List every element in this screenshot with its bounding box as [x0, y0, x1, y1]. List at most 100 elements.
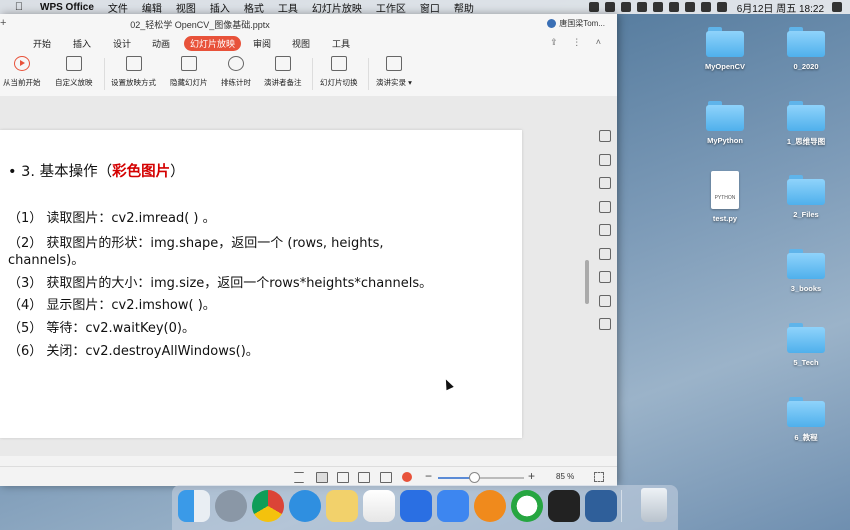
tab-animation[interactable]: 动画 — [152, 37, 170, 50]
menu-slideshow[interactable]: 幻灯片放映 — [312, 0, 362, 15]
desktop-folder[interactable]: 5_Tech — [771, 323, 841, 367]
ribbon-toolbar: 从当前开始 自定义放映 设置放映方式 隐藏幻灯片 排练计时 演讲者备注 幻灯片切… — [0, 52, 617, 97]
record-presentation-button[interactable]: 演讲实录 ▾ — [376, 56, 412, 88]
star-icon[interactable] — [598, 247, 611, 260]
shield-icon[interactable] — [598, 200, 611, 213]
tab-review[interactable]: 审阅 — [253, 37, 271, 50]
circle-app-icon[interactable] — [511, 490, 543, 522]
desktop-folder[interactable]: 2_Files — [771, 175, 841, 219]
clock[interactable]: 6月12日 周五 18:22 — [737, 0, 824, 15]
status-icon[interactable] — [604, 2, 615, 12]
zoom-out-button[interactable]: − — [425, 469, 432, 483]
desktop-folder[interactable]: 3_books — [771, 249, 841, 293]
slide-transition-button[interactable]: 幻灯片切换 — [320, 56, 358, 88]
zoom-slider-handle[interactable] — [469, 472, 481, 483]
menu-tools[interactable]: 工具 — [278, 0, 298, 15]
terminal-icon[interactable] — [548, 490, 580, 522]
desktop-folder[interactable]: 6_教程 — [771, 397, 841, 443]
status-icon[interactable] — [588, 2, 599, 12]
desktop-folder[interactable]: 0_2020 — [771, 27, 841, 71]
status-icon[interactable] — [652, 2, 663, 12]
menu-workspace[interactable]: 工作区 — [376, 0, 406, 15]
feather-app-icon[interactable] — [437, 490, 469, 522]
folder-icon — [787, 397, 825, 427]
status-area: 6月12日 周五 18:22 — [583, 0, 842, 15]
quicktime-icon[interactable] — [585, 490, 617, 522]
scroll-thumb[interactable] — [585, 260, 589, 304]
desktop-folder[interactable]: 1_思维导图 — [771, 101, 841, 147]
play-from-current-button[interactable]: 从当前开始 — [3, 56, 41, 88]
status-icon[interactable] — [620, 2, 631, 12]
numbers-icon[interactable] — [363, 490, 395, 522]
tab-design[interactable]: 设计 — [113, 37, 131, 50]
menu-view[interactable]: 视图 — [176, 0, 196, 15]
menu-file[interactable]: 文件 — [108, 0, 128, 15]
menu-format[interactable]: 格式 — [244, 0, 264, 15]
safari-icon[interactable] — [289, 490, 321, 522]
setup-show-button[interactable]: 设置放映方式 — [111, 56, 156, 88]
slide-line: （4） 显示图片：cv2.imshow( )。 — [8, 298, 216, 313]
title-bar: + 02_轻松学 OpenCV_图像基础.pptx 唐国梁Tom... — [0, 14, 617, 34]
play-slideshow-icon[interactable] — [402, 472, 412, 482]
custom-show-button[interactable]: 自定义放映 — [55, 56, 93, 88]
sliders-icon[interactable] — [598, 271, 611, 283]
notes-app-icon[interactable] — [326, 490, 358, 522]
user-account[interactable]: 唐国梁Tom... — [547, 18, 605, 29]
books-icon[interactable] — [474, 490, 506, 522]
wifi-icon[interactable] — [684, 2, 695, 12]
zoom-in-button[interactable]: + — [528, 469, 535, 483]
fill-icon[interactable] — [598, 177, 611, 189]
ribbon-tabs: 开始 插入 设计 动画 幻灯片放映 审阅 视图 工具 ⇪ ⋮ ˄ — [0, 34, 617, 52]
chrome-icon[interactable] — [252, 490, 284, 522]
control-center-icon[interactable] — [832, 2, 842, 12]
desktop-folder[interactable]: MyPython — [690, 101, 760, 145]
slide-canvas[interactable]: • 3. 基本操作（彩色图片） （1） 读取图片：cv2.imread( ) 。… — [0, 130, 522, 438]
tab-home[interactable]: 开始 — [33, 37, 51, 50]
vertical-scrollbar[interactable] — [583, 130, 591, 438]
search-icon[interactable] — [716, 2, 727, 12]
normal-view-icon[interactable] — [316, 472, 328, 483]
shapes-icon[interactable] — [598, 153, 611, 166]
notes-toggle-icon[interactable] — [294, 472, 304, 483]
rehearse-timings-button[interactable]: 排练计时 — [221, 56, 251, 88]
menu-insert[interactable]: 插入 — [210, 0, 230, 15]
status-icon[interactable] — [668, 2, 679, 12]
menu-help[interactable]: 帮助 — [454, 0, 474, 15]
tab-view[interactable]: 视图 — [292, 37, 310, 50]
wps-icon[interactable] — [400, 490, 432, 522]
fit-window-icon[interactable] — [594, 472, 604, 482]
status-bar: − + 85 % — [0, 466, 617, 486]
image-icon[interactable] — [598, 318, 611, 330]
tab-tools[interactable]: 工具 — [332, 37, 350, 50]
history-icon[interactable] — [598, 294, 611, 307]
finder-icon[interactable] — [178, 490, 210, 522]
speaker-notes-button[interactable]: 演讲者备注 — [264, 56, 302, 88]
menu-edit[interactable]: 编辑 — [142, 0, 162, 15]
menu-window[interactable]: 窗口 — [420, 0, 440, 15]
status-icon[interactable] — [636, 2, 647, 12]
desktop-folder[interactable]: MyOpenCV — [690, 27, 760, 71]
trash-icon[interactable] — [641, 488, 667, 522]
menu-wps-office[interactable]: WPS Office — [40, 2, 94, 13]
battery-icon[interactable] — [700, 2, 711, 12]
avatar — [547, 19, 557, 28]
python-file-icon: PYTHON — [711, 171, 739, 209]
slide-line: （1） 读取图片：cv2.imread( ) 。 — [8, 211, 216, 226]
launchpad-icon[interactable] — [215, 490, 247, 522]
hide-slide-icon — [180, 56, 197, 71]
tab-slideshow[interactable]: 幻灯片放映 — [184, 36, 242, 51]
zoom-slider[interactable] — [438, 477, 524, 479]
desktop-file[interactable]: PYTHON test.py — [690, 171, 760, 223]
tab-insert[interactable]: 插入 — [73, 37, 91, 50]
dock-divider — [621, 490, 622, 522]
slide-sorter-icon[interactable] — [337, 472, 349, 483]
presenter-view-icon[interactable] — [380, 472, 392, 483]
zoom-percentage[interactable]: 85 % — [556, 472, 574, 481]
layers-icon[interactable] — [598, 224, 611, 236]
apple-icon[interactable]:  — [12, 1, 26, 13]
ribbon-label: 演讲实录 — [376, 78, 406, 87]
reading-view-icon[interactable] — [358, 472, 370, 483]
ribbon-actions[interactable]: ⇪ ⋮ ˄ — [550, 37, 607, 48]
copy-icon[interactable] — [598, 130, 611, 142]
hide-slide-button[interactable]: 隐藏幻灯片 — [170, 56, 208, 88]
